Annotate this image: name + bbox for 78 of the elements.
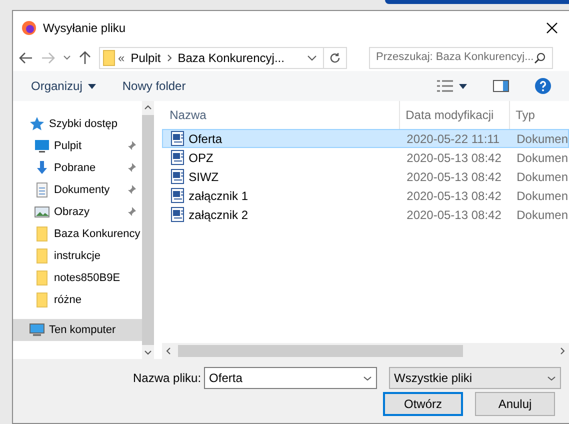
breadcrumb[interactable]: Baza Konkurencyj... <box>178 48 284 66</box>
word-document-icon <box>170 131 185 146</box>
browser-logo-icon <box>21 20 37 36</box>
sidebar-scrollbar[interactable] <box>142 101 154 359</box>
sidebar-item[interactable]: Obrazy <box>13 201 142 223</box>
file-type: Dokumen <box>516 130 568 148</box>
file-type-dropdown[interactable]: Wszystkie pliki <box>389 367 562 389</box>
file-row[interactable]: SIWZ 2020-05-13 08:42 Dokumen <box>162 167 569 186</box>
file-name: załącznik 1 <box>188 188 248 204</box>
file-type: Dokumen <box>516 188 568 204</box>
file-name: SIWZ <box>188 168 219 186</box>
file-name: załącznik 2 <box>188 206 248 224</box>
caret-icon <box>88 84 96 88</box>
sidebar-item[interactable]: notes850B9E <box>13 267 142 289</box>
file-name: OPZ <box>188 150 214 166</box>
file-row[interactable]: załącznik 2 2020-05-13 08:42 Dokumen <box>162 205 569 224</box>
monitor-icon <box>34 138 50 154</box>
new-folder-button[interactable]: Nowy folder <box>122 77 186 95</box>
view-list-icon[interactable] <box>437 80 453 92</box>
chevron-icon <box>166 54 172 62</box>
file-type: Dokumen <box>516 168 568 186</box>
file-row[interactable]: OPZ 2020-05-13 08:42 Dokumen <box>162 148 569 167</box>
word-document-icon <box>170 150 185 165</box>
word-document-icon <box>170 188 185 203</box>
filename-field[interactable]: Oferta <box>204 367 378 389</box>
sidebar-item[interactable]: instrukcje <box>13 245 142 267</box>
window-title: Wysyłanie pliku <box>43 20 126 36</box>
document-icon <box>34 182 50 198</box>
dropdown-caret-icon[interactable] <box>547 376 556 380</box>
star-icon <box>29 116 45 132</box>
search-field[interactable]: Przeszukaj: Baza Konkurencyj... <box>369 46 553 68</box>
sidebar-item[interactable]: Dokumenty <box>13 179 142 201</box>
column-header[interactable]: Typ <box>510 101 535 129</box>
open-button[interactable]: Otwórz <box>383 392 463 416</box>
folder-icon <box>34 270 50 286</box>
search-icon <box>534 52 546 64</box>
back-arrow-icon[interactable] <box>19 52 33 64</box>
overflow-chevron[interactable]: « <box>118 48 125 66</box>
preview-pane-icon[interactable] <box>493 80 509 92</box>
word-document-icon <box>170 207 185 222</box>
organize-menu[interactable]: Organizuj <box>31 77 96 95</box>
horizontal-scrollbar[interactable] <box>162 343 569 359</box>
word-document-icon <box>170 169 185 184</box>
down-arrow-icon <box>34 160 50 176</box>
folder-icon <box>103 50 115 66</box>
file-date: 2020-05-13 08:42 <box>406 188 502 204</box>
filename-label: Nazwa pliku: <box>133 370 202 387</box>
cancel-button[interactable]: Anuluj <box>475 392 555 416</box>
file-date: 2020-05-13 08:42 <box>406 150 502 166</box>
dropdown-caret-icon[interactable] <box>363 376 372 380</box>
file-row[interactable]: Oferta 2020-05-22 11:11 Dokumen <box>162 129 569 148</box>
file-type: Dokumen <box>516 206 568 224</box>
computer-icon <box>29 322 45 338</box>
file-name: Oferta <box>188 130 222 148</box>
breadcrumb[interactable]: Pulpit <box>130 48 161 66</box>
folder-icon <box>34 292 50 308</box>
dropdown-caret-icon[interactable] <box>307 54 317 60</box>
sidebar-item[interactable]: Szybki dostęp <box>13 113 142 135</box>
caret-icon[interactable] <box>459 84 467 88</box>
file-date: 2020-05-13 08:42 <box>406 206 502 224</box>
refresh-icon[interactable] <box>329 52 341 64</box>
sidebar-item[interactable]: Pulpit <box>13 135 142 157</box>
folder-icon <box>34 248 50 264</box>
file-date: 2020-05-22 11:11 <box>406 130 501 148</box>
picture-icon <box>34 204 50 220</box>
sidebar-item[interactable]: Baza Konkurency <box>13 223 142 245</box>
sidebar-item[interactable]: różne <box>13 289 142 311</box>
up-arrow-icon[interactable] <box>79 50 91 64</box>
address-bar[interactable]: « Pulpit Baza Konkurencyj... <box>99 46 347 68</box>
file-type: Dokumen <box>516 150 568 166</box>
sidebar-item[interactable]: Ten komputer <box>13 319 142 341</box>
history-caret-icon[interactable] <box>63 55 71 60</box>
file-row[interactable]: załącznik 1 2020-05-13 08:42 Dokumen <box>162 186 569 205</box>
file-date: 2020-05-13 08:42 <box>406 168 502 186</box>
sidebar-item[interactable]: Pobrane <box>13 157 142 179</box>
close-icon[interactable] <box>546 22 558 34</box>
folder-icon <box>34 226 50 242</box>
help-icon[interactable] <box>535 78 551 94</box>
